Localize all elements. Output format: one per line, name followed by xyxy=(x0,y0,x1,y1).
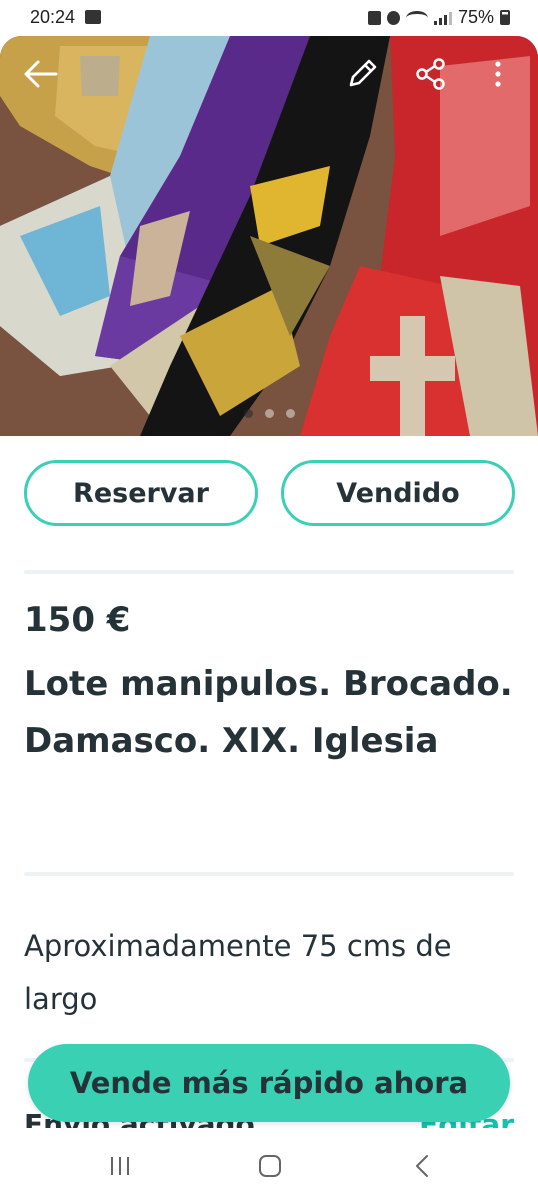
item-description: Aproximadamente 75 cms de largo xyxy=(24,929,452,1016)
divider xyxy=(24,872,514,876)
system-back-button[interactable] xyxy=(402,1152,442,1180)
share-icon xyxy=(416,58,445,90)
lock-icon xyxy=(367,10,381,25)
alarm-icon xyxy=(386,10,400,25)
item-title: Lote manipulos. Brocado. Damasco. XIX. I… xyxy=(24,664,513,761)
carousel-indicator xyxy=(0,409,538,418)
status-time: 20:24 xyxy=(30,7,76,27)
product-photo xyxy=(0,36,538,436)
recent-apps-icon xyxy=(111,1157,129,1175)
system-navigation-bar xyxy=(0,1132,538,1200)
signal-icon xyxy=(433,11,452,25)
battery-icon xyxy=(500,10,510,25)
back-button[interactable] xyxy=(18,52,62,96)
battery-percent: 75% xyxy=(457,7,494,27)
status-icons: 75% xyxy=(367,7,510,28)
image-gallery[interactable] xyxy=(0,36,538,436)
back-arrow-icon xyxy=(24,60,58,88)
status-bar: 20:24 75% xyxy=(0,0,538,36)
carousel-dot[interactable] xyxy=(243,409,253,418)
edit-button[interactable] xyxy=(340,52,384,96)
more-options-button[interactable] xyxy=(476,52,520,96)
recent-apps-button[interactable] xyxy=(100,1152,140,1180)
image-icon xyxy=(85,10,101,24)
carousel-dot[interactable] xyxy=(264,409,274,418)
reserve-button[interactable]: Reservar xyxy=(24,460,258,526)
edit-pencil-icon xyxy=(349,59,377,87)
home-button[interactable] xyxy=(250,1152,290,1180)
sold-button[interactable]: Vendido xyxy=(281,460,515,526)
divider xyxy=(24,570,514,574)
back-icon xyxy=(416,1155,428,1177)
sell-faster-button[interactable]: Vende más rápido ahora xyxy=(28,1044,510,1122)
more-vertical-icon xyxy=(495,61,501,87)
item-price: 150 € xyxy=(24,600,131,640)
carousel-dot[interactable] xyxy=(285,409,295,418)
share-button[interactable] xyxy=(409,52,453,96)
home-icon xyxy=(259,1155,281,1177)
wifi-icon xyxy=(405,10,428,25)
